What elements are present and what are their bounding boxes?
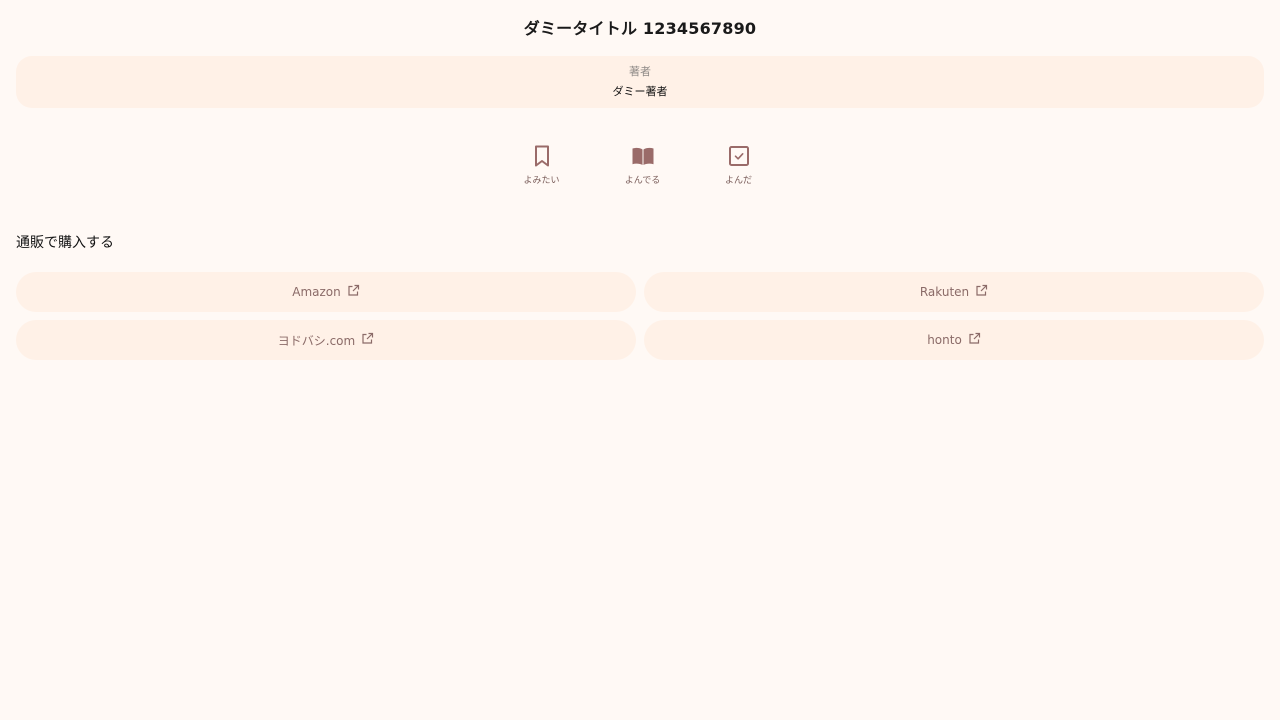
honto-link-label: honto (927, 333, 962, 347)
amazon-link-button[interactable]: Amazon (16, 272, 636, 312)
bookmark-icon (531, 144, 553, 168)
finished-reading-label: よんだ (724, 176, 752, 186)
amazon-link-label: Amazon (292, 285, 341, 299)
shop-section-heading: 通販で購入する (16, 235, 114, 251)
yodobashi-link-label: ヨドバシ.com (277, 333, 356, 348)
checkbox-icon (728, 144, 750, 168)
author-name: ダミー著者 (612, 85, 668, 98)
external-link-icon (975, 284, 988, 300)
author-label: 著者 (629, 65, 651, 78)
open-book-icon (631, 144, 655, 168)
honto-link-button[interactable]: honto (644, 320, 1264, 360)
external-link-icon (347, 284, 360, 300)
reading-label: よんでる (624, 176, 661, 186)
author-card: 著者 ダミー著者 (16, 56, 1264, 108)
reading-button[interactable]: よんでる (615, 144, 671, 194)
reading-status-row: よみたい よんでる よんだ (16, 144, 1264, 194)
finished-reading-button[interactable]: よんだ (711, 144, 767, 194)
external-link-icon (968, 332, 981, 348)
page-title: ダミータイトル 1234567890 (523, 19, 757, 38)
want-to-read-button[interactable]: よみたい (514, 144, 570, 194)
external-link-icon (361, 332, 374, 348)
rakuten-link-button[interactable]: Rakuten (644, 272, 1264, 312)
yodobashi-link-button[interactable]: ヨドバシ.com (16, 320, 636, 360)
book-detail-page: ダミータイトル 1234567890 著者 ダミー著者 よみたい よんでる よん… (0, 0, 1280, 720)
shop-links-grid: Amazon Rakuten ヨドバシ.com honto (16, 272, 1264, 360)
rakuten-link-label: Rakuten (919, 285, 970, 299)
want-to-read-label: よみたい (523, 176, 560, 186)
